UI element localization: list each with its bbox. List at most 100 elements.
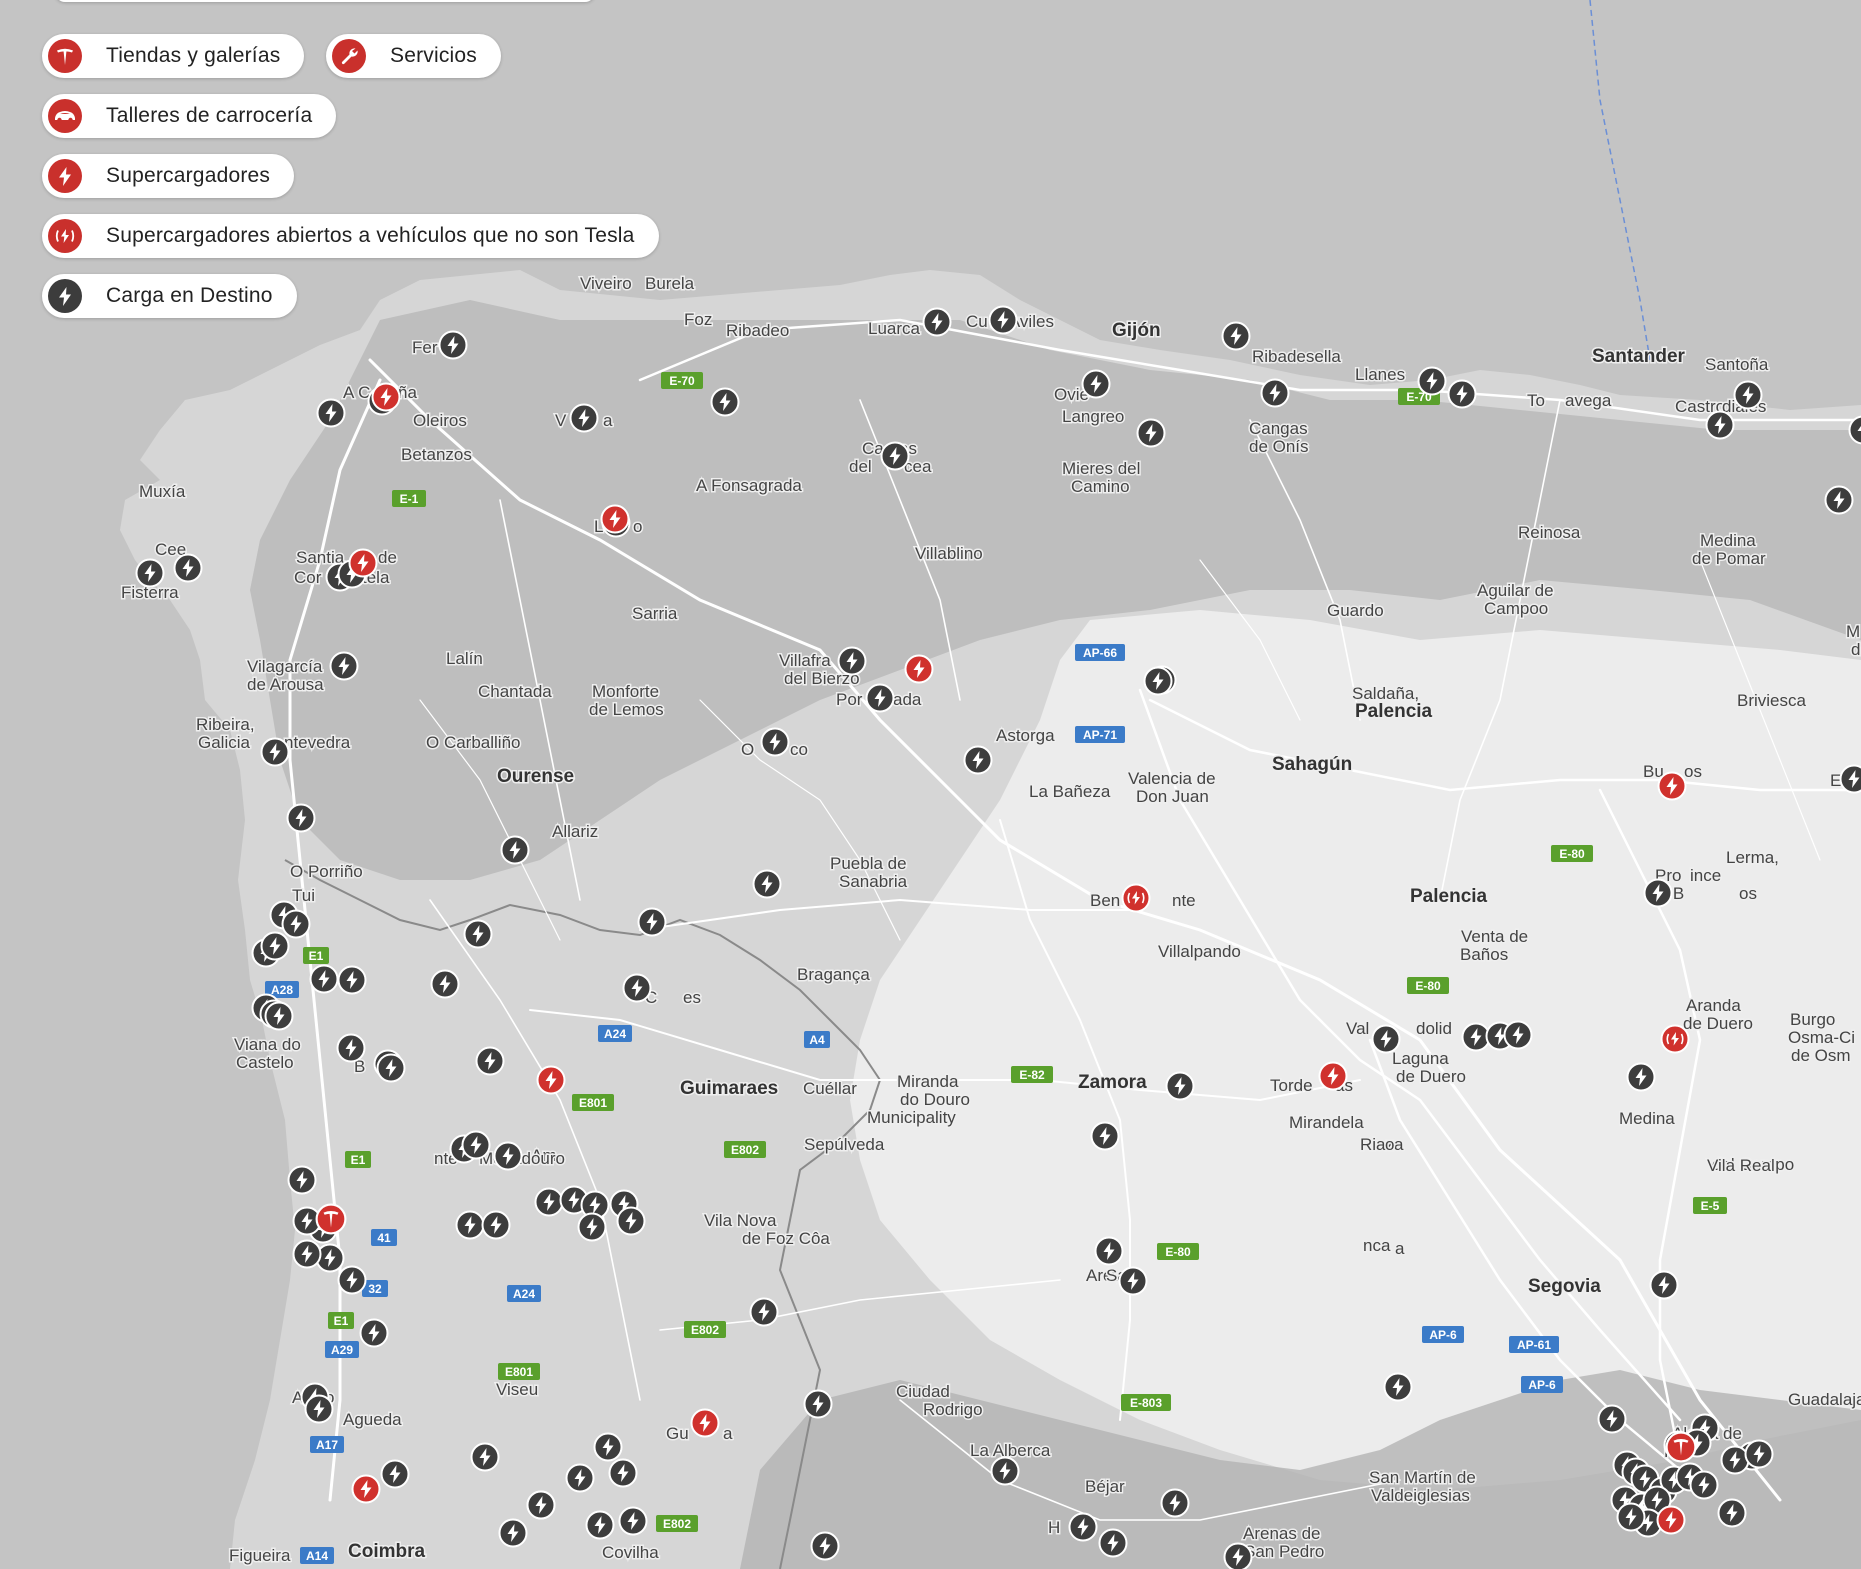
supercharger-marker[interactable]: [600, 504, 630, 534]
destination-charger-marker[interactable]: [1717, 1498, 1747, 1528]
destination-charger-marker[interactable]: [752, 869, 782, 899]
destination-charger-marker[interactable]: [336, 1033, 366, 1063]
destination-charger-marker[interactable]: [1260, 378, 1290, 408]
destination-charger-marker[interactable]: [173, 553, 203, 583]
destination-charger-marker[interactable]: [1839, 764, 1861, 794]
supercharger-marker[interactable]: [904, 654, 934, 684]
destination-charger-marker[interactable]: [500, 835, 530, 865]
destination-charger-marker[interactable]: [461, 1130, 491, 1160]
destination-charger-marker[interactable]: [1503, 1020, 1533, 1050]
destination-charger-marker[interactable]: [1461, 1022, 1491, 1052]
destination-charger-marker[interactable]: [430, 969, 460, 999]
filter-chip-destination-charging[interactable]: Carga en Destino: [42, 274, 297, 318]
open-supercharger-marker[interactable]: [1121, 883, 1151, 913]
destination-charger-marker[interactable]: [593, 1432, 623, 1462]
destination-charger-marker[interactable]: [260, 931, 290, 961]
supercharger-marker[interactable]: [1656, 1505, 1686, 1535]
destination-charger-marker[interactable]: [470, 1442, 500, 1472]
destination-charger-marker[interactable]: [749, 1297, 779, 1327]
destination-charger-marker[interactable]: [1068, 1512, 1098, 1542]
destination-charger-marker[interactable]: [493, 1141, 523, 1171]
destination-charger-marker[interactable]: [1098, 1528, 1128, 1558]
open-supercharger-marker[interactable]: [1660, 1024, 1690, 1054]
destination-charger-marker[interactable]: [622, 973, 652, 1003]
destination-charger-marker[interactable]: [260, 737, 290, 767]
destination-charger-marker[interactable]: [534, 1187, 564, 1217]
destination-charger-marker[interactable]: [337, 1265, 367, 1295]
destination-charger-marker[interactable]: [1136, 418, 1166, 448]
destination-charger-marker[interactable]: [1090, 1121, 1120, 1151]
destination-charger-marker[interactable]: [316, 398, 346, 428]
destination-charger-marker[interactable]: [963, 745, 993, 775]
supercharger-marker[interactable]: [351, 1474, 381, 1504]
destination-charger-marker[interactable]: [438, 330, 468, 360]
destination-charger-marker[interactable]: [304, 1394, 334, 1424]
destination-charger-marker[interactable]: [616, 1206, 646, 1236]
destination-charger-marker[interactable]: [1165, 1071, 1195, 1101]
destination-charger-marker[interactable]: [637, 907, 667, 937]
supercharger-marker[interactable]: [690, 1408, 720, 1438]
destination-charger-marker[interactable]: [463, 919, 493, 949]
destination-charger-marker[interactable]: [292, 1239, 322, 1269]
destination-charger-marker[interactable]: [988, 305, 1018, 335]
destination-charger-marker[interactable]: [376, 1053, 406, 1083]
destination-charger-marker[interactable]: [837, 646, 867, 676]
destination-charger-marker[interactable]: [380, 1459, 410, 1489]
destination-charger-marker[interactable]: [990, 1456, 1020, 1486]
destination-charger-marker[interactable]: [1643, 878, 1673, 908]
destination-charger-marker[interactable]: [329, 651, 359, 681]
destination-charger-marker[interactable]: [1223, 1542, 1253, 1569]
destination-charger-marker[interactable]: [1720, 1445, 1750, 1475]
filter-chip-superchargers[interactable]: Supercargadores: [42, 154, 295, 198]
destination-charger-marker[interactable]: [1744, 1439, 1774, 1469]
destination-charger-marker[interactable]: [287, 1165, 317, 1195]
destination-charger-marker[interactable]: [1689, 1470, 1719, 1500]
destination-charger-marker[interactable]: [569, 403, 599, 433]
destination-charger-marker[interactable]: [526, 1490, 556, 1520]
destination-charger-marker[interactable]: [710, 387, 740, 417]
destination-charger-marker[interactable]: [1094, 1236, 1124, 1266]
supercharger-marker[interactable]: [1657, 771, 1687, 801]
destination-charger-marker[interactable]: [359, 1318, 389, 1348]
destination-charger-marker[interactable]: [1705, 410, 1735, 440]
destination-charger-marker[interactable]: [1616, 1502, 1646, 1532]
destination-charger-marker[interactable]: [810, 1531, 840, 1561]
supercharger-marker[interactable]: [371, 382, 401, 412]
destination-charger-marker[interactable]: [286, 803, 316, 833]
destination-charger-marker[interactable]: [922, 307, 952, 337]
supercharger-marker[interactable]: [536, 1065, 566, 1095]
destination-charger-marker[interactable]: [1417, 366, 1447, 396]
supercharger-marker[interactable]: [1318, 1061, 1348, 1091]
destination-charger-marker[interactable]: [565, 1463, 595, 1493]
destination-charger-marker[interactable]: [135, 558, 165, 588]
destination-charger-marker[interactable]: [585, 1510, 615, 1540]
destination-charger-marker[interactable]: [1081, 369, 1111, 399]
destination-charger-marker[interactable]: [481, 1210, 511, 1240]
destination-charger-marker[interactable]: [498, 1518, 528, 1548]
destination-charger-marker[interactable]: [1143, 666, 1173, 696]
destination-charger-marker[interactable]: [880, 441, 910, 471]
destination-charger-marker[interactable]: [865, 683, 895, 713]
destination-charger-marker[interactable]: [1626, 1062, 1656, 1092]
destination-charger-marker[interactable]: [1597, 1404, 1627, 1434]
destination-charger-marker[interactable]: [1733, 380, 1763, 410]
destination-charger-marker[interactable]: [1824, 485, 1854, 515]
tesla-store-marker[interactable]: [1665, 1431, 1697, 1463]
filter-chip-stores[interactable]: Tiendas y galerías: [42, 34, 305, 78]
destination-charger-marker[interactable]: [337, 965, 367, 995]
destination-charger-marker[interactable]: [475, 1046, 505, 1076]
destination-charger-marker[interactable]: [1118, 1266, 1148, 1296]
destination-charger-marker[interactable]: [577, 1212, 607, 1242]
destination-charger-marker[interactable]: [1221, 321, 1251, 351]
destination-charger-marker[interactable]: [455, 1210, 485, 1240]
destination-charger-marker[interactable]: [608, 1458, 638, 1488]
destination-charger-marker[interactable]: [309, 964, 339, 994]
filter-chip-body-shops[interactable]: Talleres de carrocería: [42, 94, 337, 138]
supercharger-marker[interactable]: [348, 548, 378, 578]
destination-charger-marker[interactable]: [618, 1506, 648, 1536]
filter-chip-open-superchargers[interactable]: Supercargadores abiertos a vehículos que…: [42, 214, 659, 258]
search-bar-edge[interactable]: [55, 0, 595, 2]
destination-charger-marker[interactable]: [1371, 1024, 1401, 1054]
destination-charger-marker[interactable]: [760, 727, 790, 757]
destination-charger-marker[interactable]: [1383, 1372, 1413, 1402]
